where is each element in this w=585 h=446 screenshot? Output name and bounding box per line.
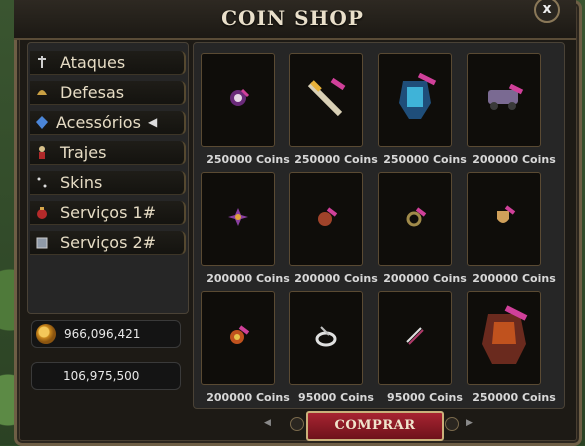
pendant-icon (314, 205, 338, 233)
emblem-icon (226, 324, 250, 352)
category-skins[interactable]: Skins (30, 171, 186, 195)
item-slot[interactable] (201, 53, 275, 147)
item-price: 200000 Coins (472, 153, 556, 166)
item-slot[interactable] (289, 291, 363, 385)
ring-silver-icon (313, 323, 339, 353)
category-trajes[interactable]: Trajes (30, 141, 186, 165)
item-price: 250000 Coins (472, 391, 556, 404)
item-slot[interactable] (378, 53, 452, 147)
item-price: 200000 Coins (294, 272, 378, 285)
dragon-armor-icon (476, 304, 532, 372)
category-label: Serviços 1# (60, 203, 157, 222)
category-label: Skins (60, 173, 103, 192)
ornament-right-icon (445, 417, 459, 431)
category-ataques[interactable]: Ataques (30, 51, 186, 75)
item-slot[interactable] (201, 172, 275, 266)
bag-icon (35, 205, 49, 220)
prev-page-icon[interactable]: ◀ (264, 418, 271, 428)
category-servicos-2[interactable]: Serviços 2# (30, 231, 186, 255)
item-slot[interactable] (289, 172, 363, 266)
sparkle-icon (35, 175, 49, 190)
sword-icon (35, 55, 49, 70)
item-price: 250000 Coins (294, 153, 378, 166)
next-page-icon[interactable]: ▶ (466, 418, 473, 428)
category-label: Acessórios (56, 113, 141, 132)
gem-icon (35, 115, 49, 130)
item-price: 200000 Coins (472, 272, 556, 285)
selected-arrow-icon: ◀ (148, 115, 158, 129)
cart-icon (484, 83, 524, 116)
ornament-left-icon (290, 417, 304, 431)
item-price: 95000 Coins (387, 391, 463, 404)
item-slot[interactable] (467, 291, 541, 385)
category-label: Ataques (60, 53, 126, 72)
box-icon (35, 235, 49, 250)
item-price: 200000 Coins (206, 272, 290, 285)
category-label: Serviços 2# (60, 233, 157, 252)
coin-icon (36, 324, 56, 344)
ring-icon (403, 205, 427, 233)
item-price: 200000 Coins (383, 272, 467, 285)
shield-icon (492, 205, 516, 233)
scroll-icon (403, 324, 427, 352)
star-pendant-icon (226, 205, 250, 233)
helmet-icon (35, 85, 49, 100)
category-defesas[interactable]: Defesas (30, 81, 186, 105)
item-slot[interactable] (378, 172, 452, 266)
cash-balance-value: 106,975,500 (63, 369, 140, 383)
costume-icon (35, 145, 49, 160)
item-slot[interactable] (201, 291, 275, 385)
category-servicos-1[interactable]: Serviços 1# (30, 201, 186, 225)
armor-icon (393, 72, 437, 127)
item-slot[interactable] (378, 291, 452, 385)
category-label: Defesas (60, 83, 125, 102)
item-price: 250000 Coins (383, 153, 467, 166)
window-title: COIN SHOP (221, 6, 364, 30)
item-price: 200000 Coins (206, 391, 290, 404)
item-slot[interactable] (289, 53, 363, 147)
buy-button[interactable]: COMPRAR (306, 411, 444, 441)
cash-balance: 106,975,500 (31, 362, 181, 390)
wand-icon (304, 76, 348, 124)
coin-balance: 966,096,421 (31, 320, 181, 348)
category-acessorios[interactable]: Acessórios ◀ (30, 111, 186, 135)
item-slot[interactable] (467, 172, 541, 266)
category-label: Trajes (60, 143, 107, 162)
item-slot[interactable] (467, 53, 541, 147)
item-price: 95000 Coins (298, 391, 374, 404)
coin-balance-value: 966,096,421 (64, 327, 141, 341)
item-price: 250000 Coins (206, 153, 290, 166)
amulet-icon (226, 86, 250, 114)
